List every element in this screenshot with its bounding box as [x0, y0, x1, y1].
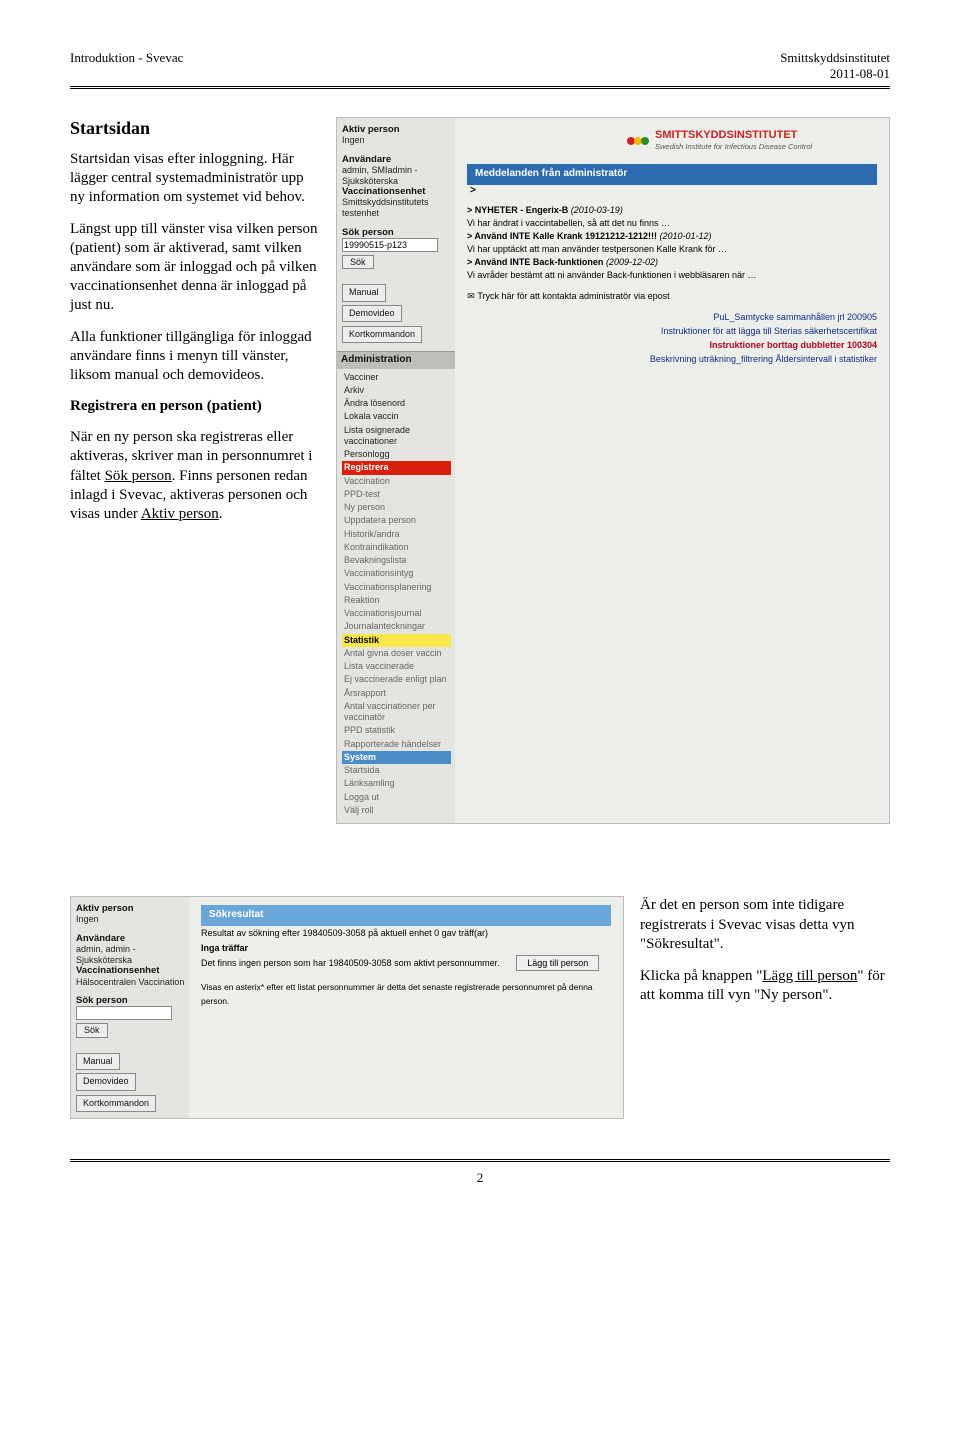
kortkommandon-button[interactable]: Kortkommandon — [76, 1095, 156, 1112]
app-sidebar: Aktiv person Ingen Användare admin, admi… — [71, 897, 189, 1118]
news-item: > Använd INTE Back-funktionen (2009-12-0… — [467, 256, 877, 282]
app-main: Sökresultat Resultat av sökning efter 19… — [189, 897, 623, 1118]
aktiv-person-label: Aktiv person — [342, 124, 451, 135]
demovideo-button[interactable]: Demovideo — [342, 305, 402, 322]
news-item: > NYHETER - Engerix-B (2010-03-19)Vi har… — [467, 204, 877, 230]
section1-title: Startsidan — [70, 117, 320, 140]
vaccinationsenhet-label: Vaccinationsenhet — [76, 965, 185, 976]
sok-person-label: Sök person — [342, 227, 451, 238]
section1-text: Startsidan Startsidan visas efter inlogg… — [70, 117, 320, 536]
lagg-till-person-button[interactable]: Lägg till person — [516, 955, 599, 971]
smi-logo-icon — [627, 137, 649, 145]
nav-registrera[interactable]: Registrera — [342, 461, 451, 474]
mail-admin-link[interactable]: ✉ Tryck här för att kontakta administrat… — [467, 290, 877, 303]
nav-statistik[interactable]: Statistik — [342, 634, 451, 647]
sok-person-label: Sök person — [76, 995, 185, 1006]
sokresultat-bar: Sökresultat — [201, 905, 611, 926]
meddelanden-bar: Meddelanden från administratör — [467, 164, 877, 185]
header-left: Introduktion - Svevac — [70, 50, 183, 82]
sok-person-input[interactable] — [342, 238, 438, 252]
startsidan-screenshot: Aktiv person Ingen Användare admin, SMIa… — [336, 117, 890, 824]
nav-administration: Vacciner Arkiv Ändra lösenord Lokala vac… — [342, 371, 451, 818]
demovideo-button[interactable]: Demovideo — [76, 1073, 136, 1090]
sok-person-input[interactable] — [76, 1006, 172, 1020]
section1-p4: När en ny person ska registreras eller a… — [70, 428, 320, 524]
app-main: SMITTSKYDDSINSTITUTET Swedish Institute … — [455, 118, 889, 823]
news-item: > Använd INTE Kalle Krank 19121212-1212!… — [467, 230, 877, 256]
right-notes: PuL_Samtycke sammanhållen jrl 200905 Ins… — [467, 311, 877, 367]
sok-button[interactable]: Sök — [76, 1023, 108, 1038]
sok-button[interactable]: Sök — [342, 255, 374, 270]
app-sidebar: Aktiv person Ingen Användare admin, SMIa… — [337, 118, 455, 823]
administration-header: Administration — [337, 351, 455, 369]
manual-button[interactable]: Manual — [76, 1053, 120, 1070]
kortkommandon-button[interactable]: Kortkommandon — [342, 326, 422, 343]
mail-icon: ✉ — [467, 290, 475, 303]
vaccinationsenhet-label: Vaccinationsenhet — [342, 186, 451, 197]
smi-logo: SMITTSKYDDSINSTITUTET Swedish Institute … — [627, 128, 877, 154]
sokresultat-screenshot: Aktiv person Ingen Användare admin, admi… — [70, 896, 624, 1119]
nav-system[interactable]: System — [342, 751, 451, 764]
header-right: Smittskyddsinstitutet 2011-08-01 — [780, 50, 890, 82]
page-number: 2 — [477, 1170, 484, 1185]
news-list: > NYHETER - Engerix-B (2010-03-19)Vi har… — [467, 197, 877, 303]
manual-button[interactable]: Manual — [342, 284, 386, 301]
aktiv-person-label: Aktiv person — [76, 903, 185, 914]
search-result: Resultat av sökning efter 19840509-3058 … — [201, 926, 611, 1009]
section1-subtitle: Registrera en person (patient) — [70, 398, 262, 414]
right-column-text: Är det en person som inte tidigare regis… — [640, 896, 890, 1018]
document-header: Introduktion - Svevac Smittskyddsinstitu… — [70, 50, 890, 89]
anvandare-label: Användare — [342, 154, 451, 165]
document-footer: 2 — [70, 1159, 890, 1186]
anvandare-label: Användare — [76, 933, 185, 944]
